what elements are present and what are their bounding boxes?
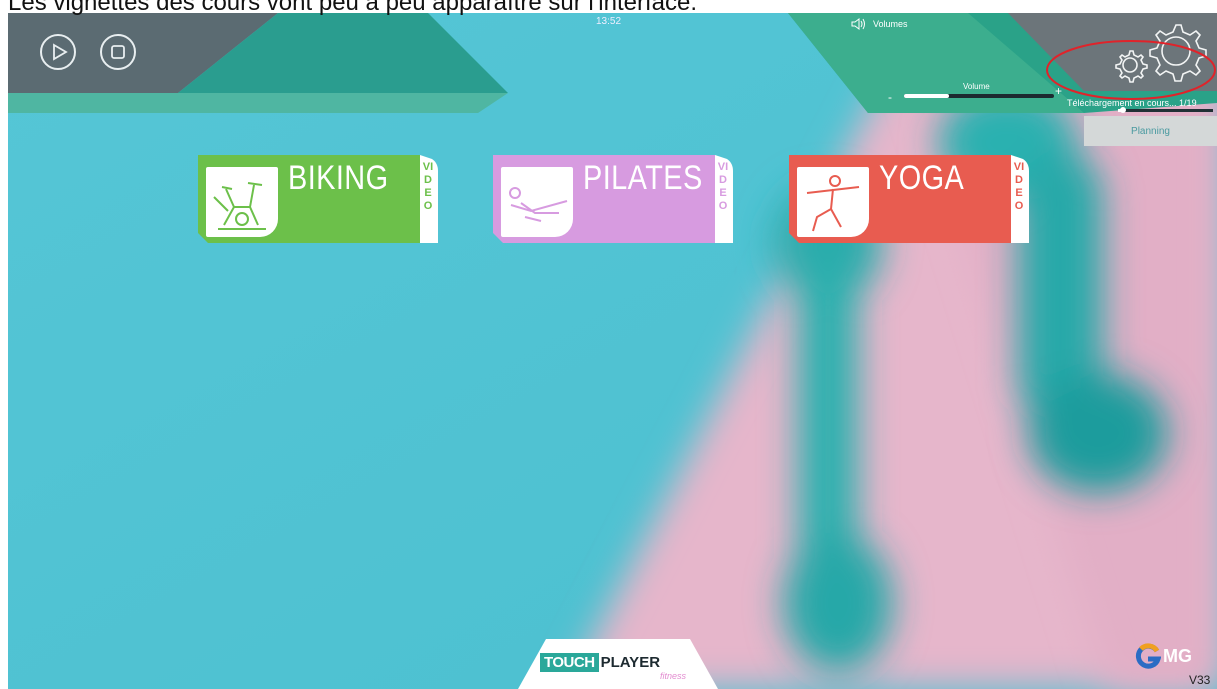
tile-icon-box <box>501 167 573 237</box>
logo-fitness: fitness <box>660 671 687 681</box>
volume-label: Volume <box>963 82 990 91</box>
version-label: V33 <box>1189 673 1211 687</box>
stop-button[interactable] <box>100 34 136 70</box>
course-tile-yoga[interactable]: YOGA VIDEO <box>789 155 1029 243</box>
tile-video-label: VIDEO <box>1013 161 1025 212</box>
volume-header: Volumes <box>851 18 908 30</box>
g-logo-icon <box>1135 643 1161 669</box>
volume-slider[interactable] <box>904 94 1054 98</box>
top-bar <box>8 13 1217 113</box>
logo-touch: TOUCH <box>540 653 599 672</box>
volume-title: Volumes <box>873 19 908 29</box>
play-button[interactable] <box>40 34 76 70</box>
app-screen: 13:52 Volumes Volume - + Téléchargement … <box>8 13 1217 689</box>
stop-icon <box>111 45 125 59</box>
highlight-ellipse <box>1046 40 1216 100</box>
course-tile-pilates[interactable]: PILATES VIDEO <box>493 155 733 243</box>
planning-button[interactable]: Planning <box>1084 116 1217 146</box>
bike-icon <box>213 182 266 230</box>
course-tile-biking[interactable]: BIKING VIDEO <box>198 155 438 243</box>
tile-video-label: VIDEO <box>422 161 434 212</box>
pilates-icon <box>509 187 568 222</box>
page-caption: Les vignettes des cours vont peu à peu a… <box>8 0 697 16</box>
volume-slider-fill <box>904 94 949 98</box>
tile-icon-box <box>797 167 869 237</box>
speaker-icon <box>851 18 865 30</box>
download-progress-knob <box>1119 107 1126 113</box>
download-progress-bar <box>1118 107 1213 113</box>
play-icon <box>53 43 68 61</box>
brand-logo: MG <box>1135 643 1192 669</box>
tile-video-label: VIDEO <box>717 161 729 212</box>
tile-title: BIKING <box>288 159 389 197</box>
tile-title: YOGA <box>879 159 965 197</box>
touchplayer-logo: TOUCH PLAYER fitness <box>540 653 686 681</box>
tile-icon-box <box>206 167 278 237</box>
clock: 13:52 <box>596 16 622 27</box>
tile-title: PILATES <box>583 159 703 197</box>
logo-player: PLAYER <box>600 654 661 671</box>
yoga-icon <box>806 175 860 232</box>
volume-down-button[interactable]: - <box>888 90 892 104</box>
brand-text: MG <box>1163 645 1192 666</box>
